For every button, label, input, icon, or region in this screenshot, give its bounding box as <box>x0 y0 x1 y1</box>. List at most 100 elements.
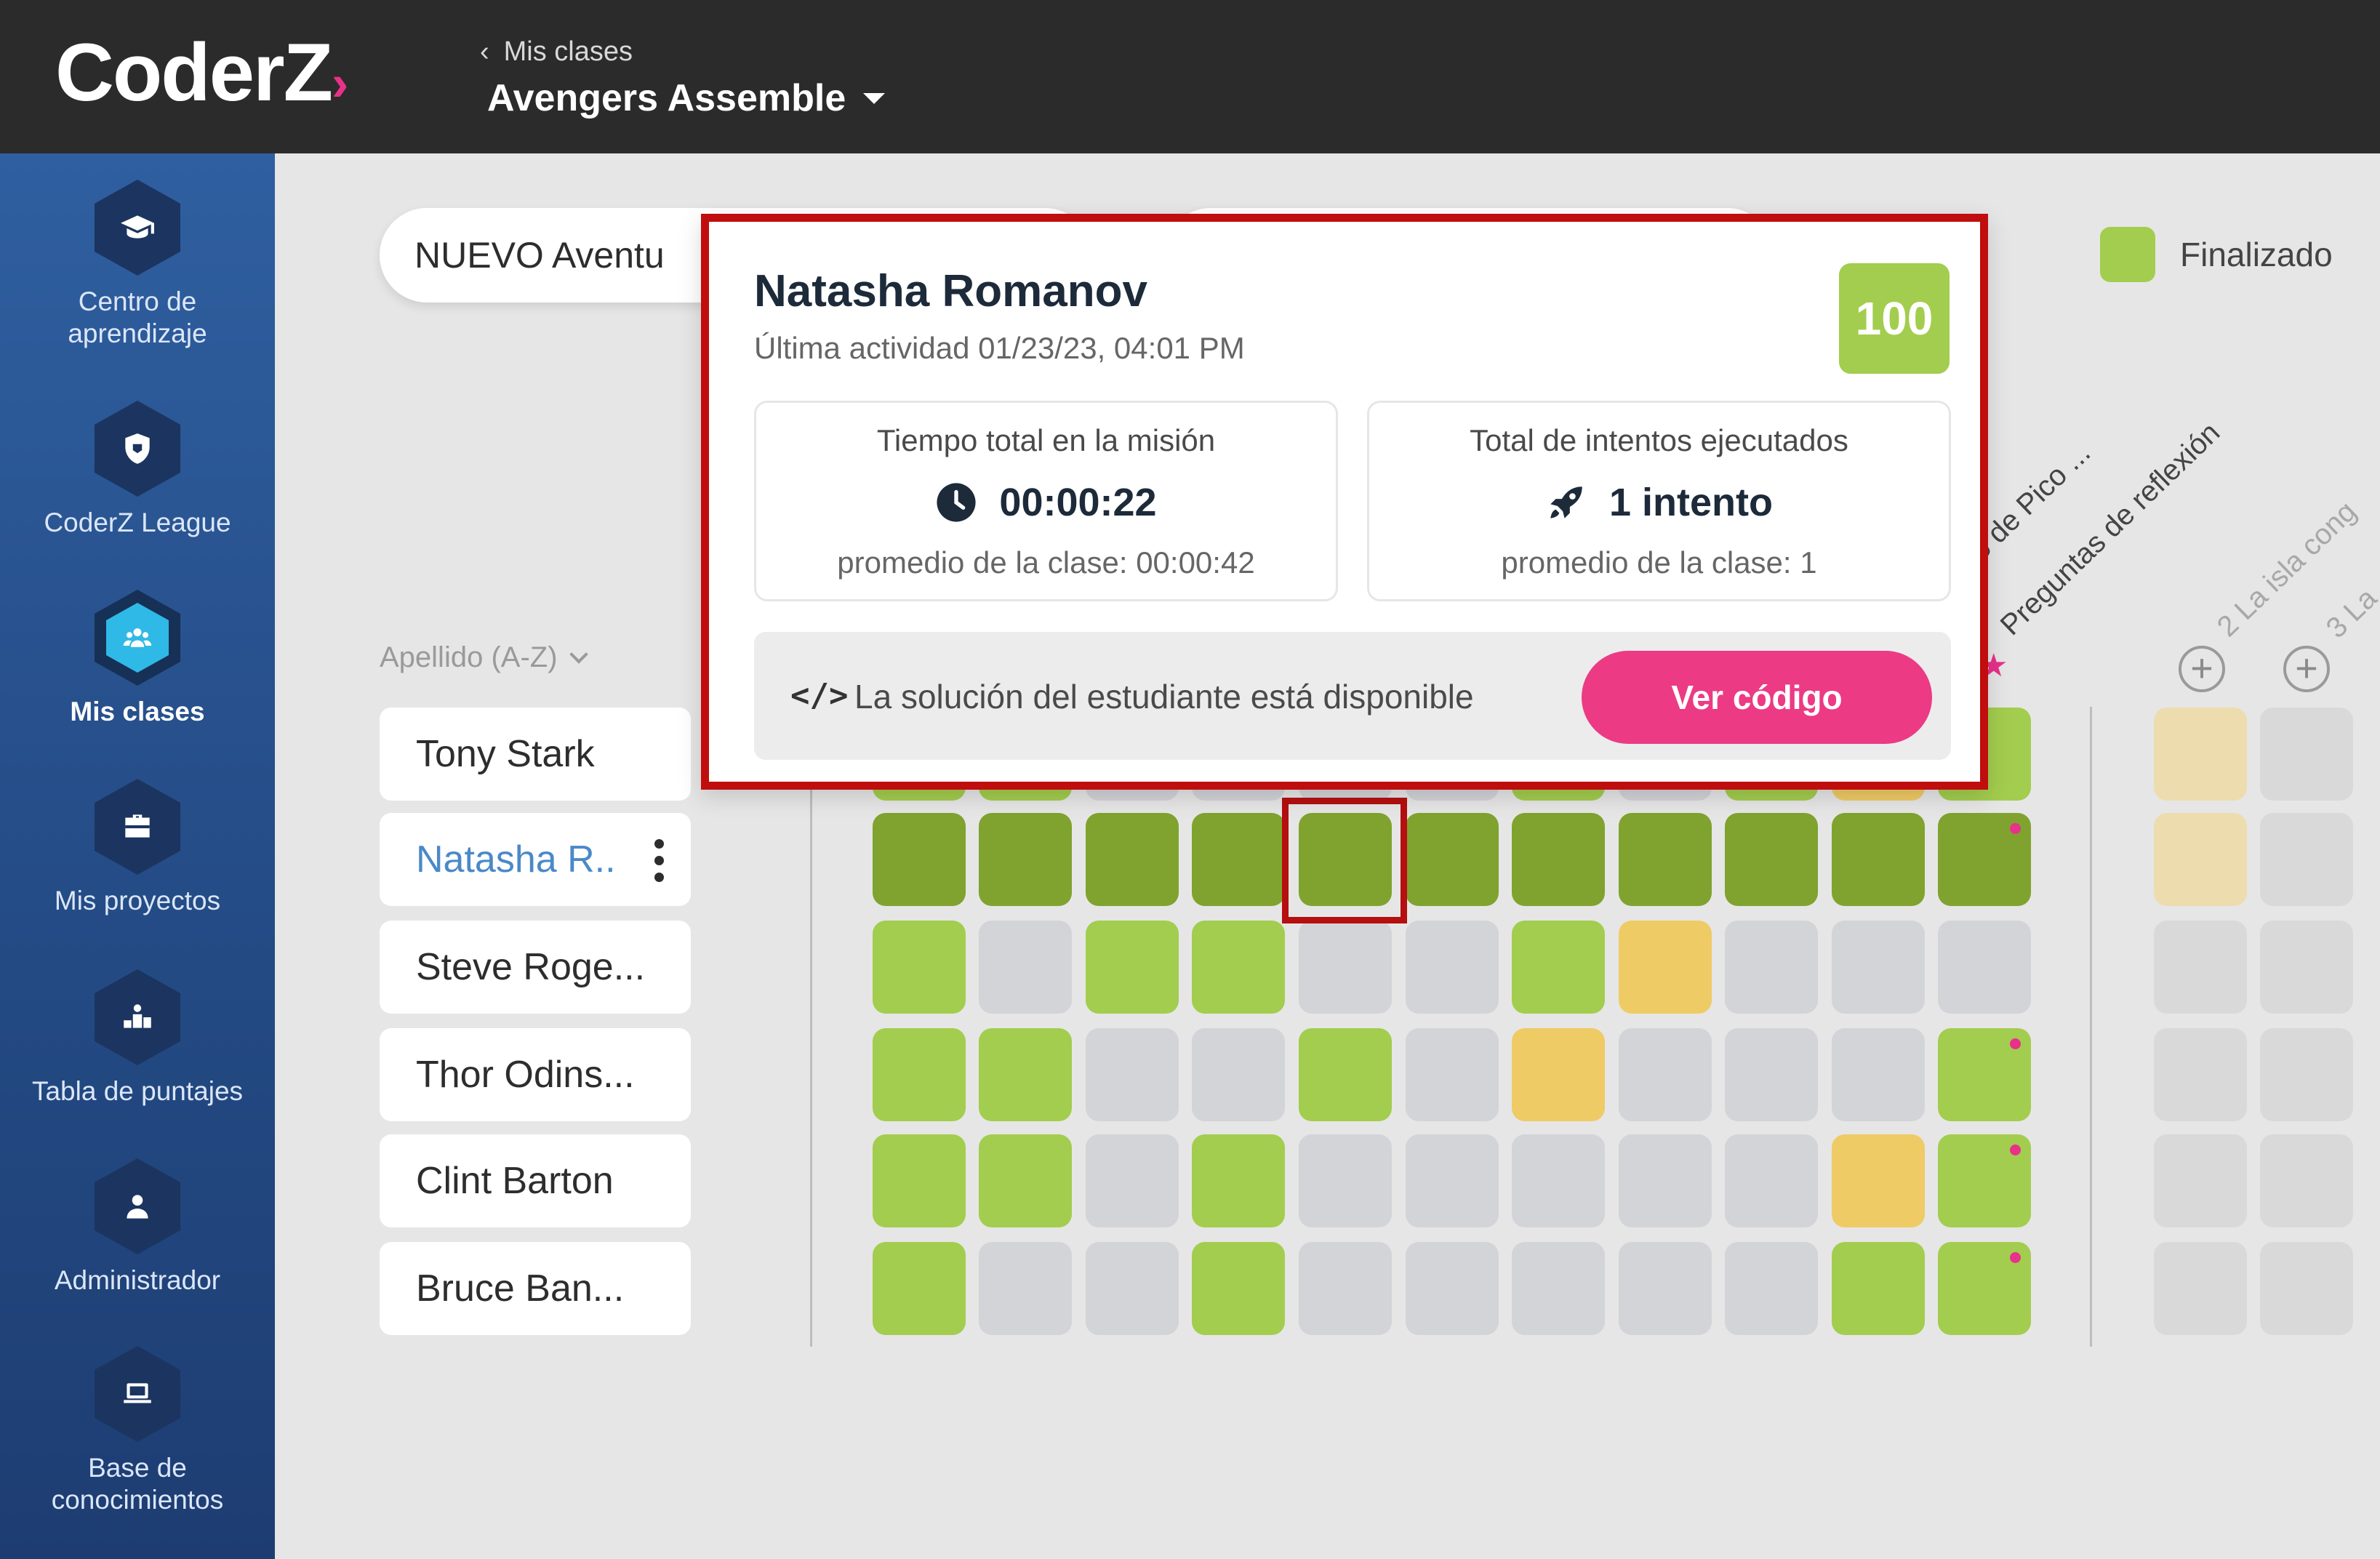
column-header-reflection[interactable]: Preguntas de reflexión <box>1995 417 2227 642</box>
progress-cell[interactable] <box>1406 1028 1499 1121</box>
progress-cell[interactable] <box>1725 1028 1818 1121</box>
add-column-icon[interactable]: + <box>2179 646 2225 692</box>
popup-last-activity: Última actividad 01/23/23, 04:01 PM <box>754 331 1245 365</box>
progress-cell[interactable] <box>2260 1134 2353 1227</box>
breadcrumb[interactable]: ‹ Mis clases <box>480 36 633 68</box>
more-options-icon[interactable] <box>654 839 665 882</box>
progress-cell[interactable] <box>1512 813 1605 906</box>
progress-cell[interactable] <box>873 1242 966 1335</box>
progress-cell[interactable] <box>1086 1134 1179 1227</box>
progress-cell[interactable] <box>1406 1242 1499 1335</box>
progress-cell[interactable] <box>1938 921 2031 1014</box>
progress-cell[interactable] <box>873 1134 966 1227</box>
progress-cell[interactable] <box>979 1028 1072 1121</box>
sidebar-item-my-projects[interactable]: Mis proyectos <box>0 779 275 917</box>
view-code-button[interactable]: Ver código <box>1582 651 1932 744</box>
sidebar: Centro de aprendizaje CoderZ League Mis … <box>0 153 275 1559</box>
progress-cell[interactable] <box>1192 813 1285 906</box>
sidebar-item-coderz-league[interactable]: CoderZ League <box>0 401 275 539</box>
progress-cell[interactable] <box>2260 1028 2353 1121</box>
class-selector[interactable]: Avengers Assemble <box>487 76 886 120</box>
progress-cell[interactable] <box>1832 1028 1925 1121</box>
progress-cell[interactable] <box>2154 708 2247 801</box>
coderz-logo[interactable]: CoderZ› <box>55 29 348 127</box>
progress-cell[interactable] <box>1086 813 1179 906</box>
progress-cell[interactable] <box>1512 1028 1605 1121</box>
student-row[interactable]: Thor Odins... <box>380 1028 691 1121</box>
progress-cell[interactable] <box>1299 1242 1392 1335</box>
progress-cell[interactable] <box>1938 1028 2031 1121</box>
progress-cell[interactable] <box>1192 1028 1285 1121</box>
progress-cell[interactable] <box>1938 1134 2031 1227</box>
progress-cell[interactable] <box>1512 1134 1605 1227</box>
progress-cell[interactable] <box>979 813 1072 906</box>
progress-cell[interactable] <box>1619 921 1712 1014</box>
progress-cell[interactable] <box>1512 921 1605 1014</box>
legend-finished-label: Finalizado <box>2180 236 2333 273</box>
progress-cell[interactable] <box>979 921 1072 1014</box>
progress-cell[interactable] <box>1512 1242 1605 1335</box>
progress-cell[interactable] <box>1938 813 2031 906</box>
sidebar-item-leaderboard[interactable]: Tabla de puntajes <box>0 969 275 1107</box>
briefcase-icon <box>95 779 180 875</box>
sidebar-item-learning-center[interactable]: Centro de aprendizaje <box>0 180 275 350</box>
progress-cell[interactable] <box>1086 1242 1179 1335</box>
student-row[interactable]: Tony Stark <box>380 708 691 801</box>
progress-cell[interactable] <box>2260 921 2353 1014</box>
attempts-value: 1 intento <box>1609 481 1773 524</box>
sidebar-item-admin[interactable]: Administrador <box>0 1158 275 1297</box>
student-row[interactable]: Natasha R.. <box>380 813 691 906</box>
sidebar-item-knowledge-base[interactable]: Base de conocimientos <box>0 1346 275 1516</box>
progress-cell[interactable] <box>2260 813 2353 906</box>
progress-cell[interactable] <box>1192 921 1285 1014</box>
progress-cell[interactable] <box>1938 1242 2031 1335</box>
progress-cell[interactable] <box>2260 1242 2353 1335</box>
legend: Finalizado <box>2100 227 2333 282</box>
sort-dropdown[interactable]: Apellido (A-Z) <box>380 641 588 674</box>
progress-cell[interactable] <box>1725 921 1818 1014</box>
student-row[interactable]: Clint Barton <box>380 1134 691 1227</box>
clock-icon <box>937 483 976 522</box>
progress-cell[interactable] <box>2154 921 2247 1014</box>
progress-cell[interactable] <box>1832 1242 1925 1335</box>
progress-cell[interactable] <box>1725 1134 1818 1227</box>
progress-cell[interactable] <box>1192 1134 1285 1227</box>
progress-cell[interactable] <box>1725 813 1818 906</box>
progress-cell[interactable] <box>1832 813 1925 906</box>
progress-cell[interactable] <box>979 1134 1072 1227</box>
progress-cell[interactable] <box>2154 813 2247 906</box>
student-row[interactable]: Bruce Ban... <box>380 1242 691 1335</box>
student-row[interactable]: Steve Roge... <box>380 921 691 1014</box>
progress-cell[interactable] <box>873 921 966 1014</box>
progress-cell[interactable] <box>1619 1134 1712 1227</box>
progress-cell[interactable] <box>1725 1242 1818 1335</box>
progress-cell[interactable] <box>1619 1242 1712 1335</box>
progress-cell[interactable] <box>2154 1028 2247 1121</box>
progress-cell[interactable] <box>1086 1028 1179 1121</box>
progress-cell[interactable] <box>873 813 966 906</box>
sidebar-item-my-classes[interactable]: Mis clases <box>0 590 275 728</box>
progress-cell[interactable] <box>1832 1134 1925 1227</box>
progress-cell[interactable] <box>1406 1134 1499 1227</box>
progress-cell[interactable] <box>1299 1134 1392 1227</box>
progress-cell[interactable] <box>1406 813 1499 906</box>
notification-dot <box>2010 1252 2021 1263</box>
progress-cell[interactable] <box>2260 708 2353 801</box>
column-header[interactable]: 3 La <box>2320 582 2380 645</box>
progress-cell[interactable] <box>979 1242 1072 1335</box>
time-title: Tiempo total en la misión <box>876 423 1216 457</box>
attempts-stat-card: Total de intentos ejecutados 1 intento p… <box>1367 401 1951 601</box>
progress-cell[interactable] <box>1619 1028 1712 1121</box>
progress-cell[interactable] <box>873 1028 966 1121</box>
progress-cell[interactable] <box>2154 1242 2247 1335</box>
progress-cell[interactable] <box>1832 921 1925 1014</box>
progress-cell[interactable] <box>1299 1028 1392 1121</box>
add-column-icon[interactable]: + <box>2283 646 2330 692</box>
progress-cell[interactable] <box>1406 921 1499 1014</box>
progress-cell[interactable] <box>1192 1242 1285 1335</box>
progress-cell[interactable] <box>1299 921 1392 1014</box>
progress-cell[interactable] <box>1086 921 1179 1014</box>
time-average: promedio de la clase: 00:00:42 <box>837 545 1255 580</box>
progress-cell[interactable] <box>1619 813 1712 906</box>
progress-cell[interactable] <box>2154 1134 2247 1227</box>
